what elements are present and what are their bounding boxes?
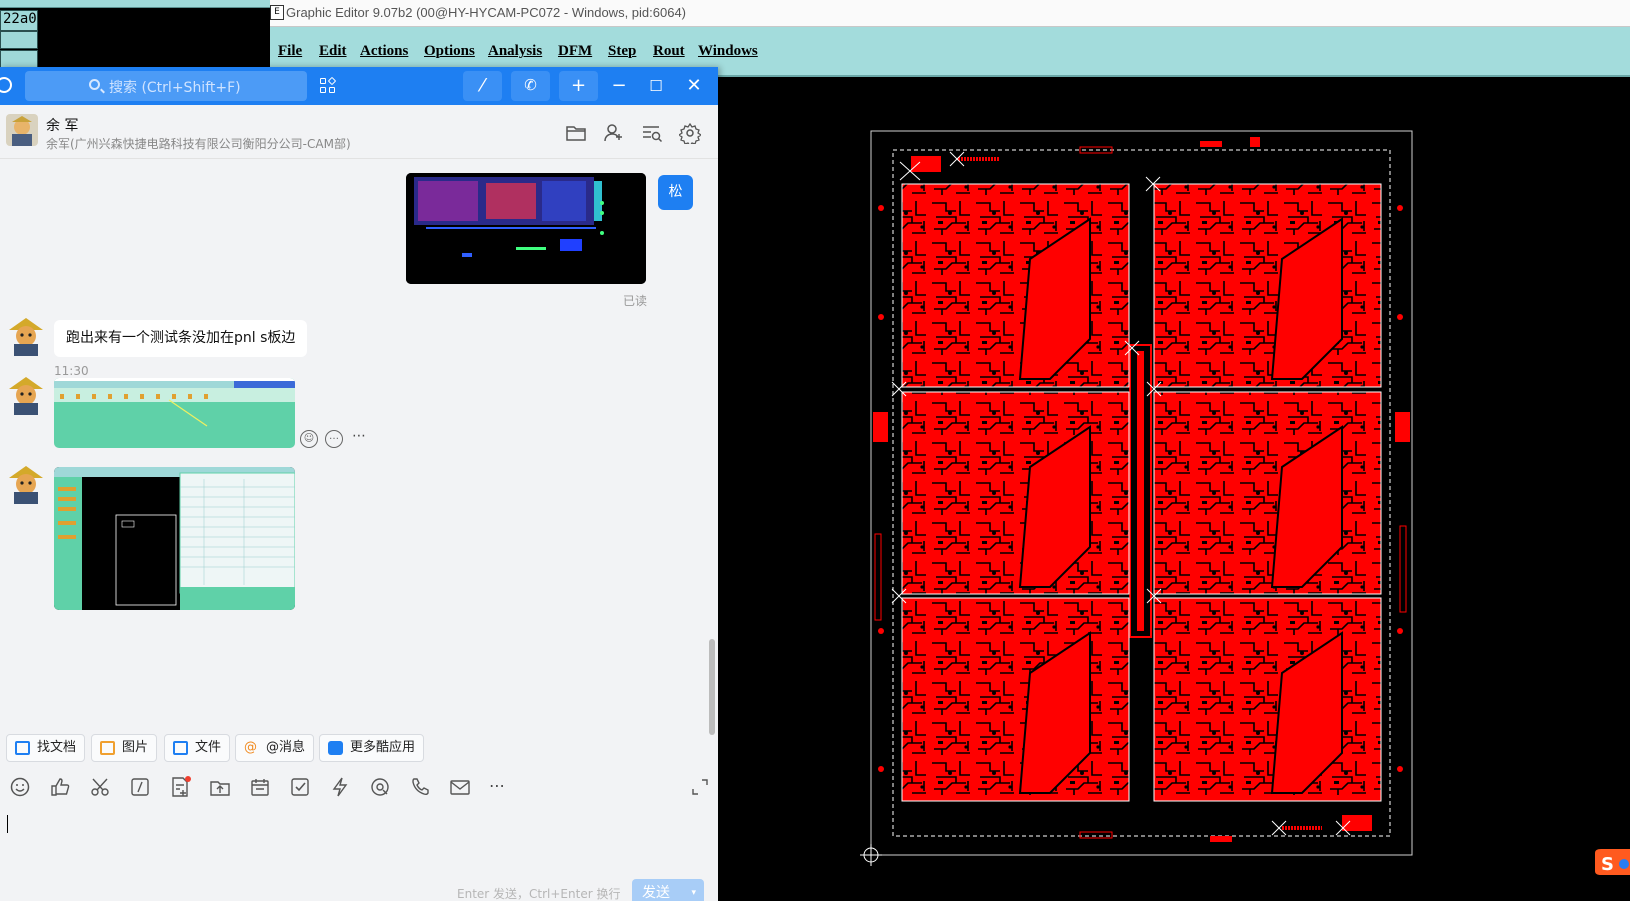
conversation-header: 余 军 余军(广州兴森快捷电路科技有限公司衡阳分公司-CAM部) bbox=[0, 105, 718, 159]
mention-label: @消息 bbox=[266, 740, 306, 755]
text-message[interactable]: 跑出来有一个测试条没加在pnl s板边 bbox=[54, 320, 308, 357]
editor-window-title: Graphic Editor 9.07b2 (00@HY-HYCAM-PC072… bbox=[286, 5, 687, 20]
magic-wand-button[interactable]: ⁄ bbox=[463, 71, 502, 101]
editor-titlebar[interactable]: E Graphic Editor 9.07b2 (00@HY-HYCAM-PC0… bbox=[270, 0, 1630, 27]
chat-topbar: 搜索 (Ctrl+Shift+F) ⁄ ✆ + − ☐ ✕ bbox=[0, 67, 718, 105]
send-options-chevron-icon[interactable]: ▾ bbox=[691, 879, 696, 901]
mention-button[interactable]: @ @消息 bbox=[235, 734, 315, 762]
editor-app-icon: E bbox=[270, 5, 284, 20]
gear-icon[interactable] bbox=[679, 122, 701, 144]
background-terminal-window: 22a0 bbox=[0, 0, 270, 70]
desktop: 22a0 E Graphic Editor 9.07b2 (00@HY-HYCA… bbox=[0, 0, 1630, 901]
text-caret bbox=[7, 815, 8, 833]
chat-window: 搜索 (Ctrl+Shift+F) ⁄ ✆ + − ☐ ✕ 余 军 余军(广州兴… bbox=[0, 67, 718, 901]
message-scrollbar[interactable] bbox=[709, 639, 715, 735]
menu-analysis[interactable]: Analysis bbox=[488, 43, 542, 60]
send-label: 发送 bbox=[642, 885, 670, 901]
composer-toolbar: ⋯ bbox=[0, 767, 718, 807]
menu-dfm[interactable]: DFM bbox=[558, 43, 592, 60]
svg-text:S: S bbox=[1601, 854, 1614, 875]
terminal-cell-value: 22a0 bbox=[0, 10, 38, 31]
sent-image-message[interactable] bbox=[406, 173, 646, 284]
menu-options[interactable]: Options bbox=[424, 43, 475, 60]
search-icon bbox=[89, 79, 100, 90]
file-label: 文件 bbox=[195, 740, 222, 755]
self-avatar[interactable]: 松 bbox=[658, 175, 693, 210]
menu-step[interactable]: Step bbox=[608, 43, 636, 60]
sender-avatar[interactable] bbox=[5, 316, 47, 356]
ime-logo-icon[interactable]: S bbox=[1591, 847, 1630, 879]
received-image-message[interactable] bbox=[54, 378, 295, 448]
minimize-button[interactable]: − bbox=[606, 73, 632, 99]
maximize-button[interactable]: ☐ bbox=[643, 73, 669, 99]
message-timestamp: 11:30 bbox=[54, 364, 89, 378]
history-icon[interactable] bbox=[0, 77, 12, 93]
menu-file[interactable]: File bbox=[278, 43, 302, 60]
sender-avatar[interactable] bbox=[5, 375, 47, 415]
expand-icon[interactable] bbox=[689, 776, 711, 798]
terminal-cell bbox=[0, 50, 38, 68]
quick-actions-bar: 找文档 图片 文件 @ @消息 更多酷应用 bbox=[0, 729, 718, 767]
shortcut-command-icon[interactable] bbox=[129, 776, 151, 798]
folder-icon[interactable] bbox=[565, 122, 587, 144]
picture-icon bbox=[100, 741, 115, 755]
task-check-icon[interactable] bbox=[289, 776, 311, 798]
add-member-icon[interactable] bbox=[603, 122, 625, 144]
apps-grid-icon[interactable] bbox=[320, 76, 337, 94]
send-button[interactable]: 发送 ▾ bbox=[632, 879, 704, 901]
mail-icon[interactable] bbox=[449, 776, 471, 798]
send-hint: Enter 发送，Ctrl+Enter 换行 bbox=[457, 887, 621, 901]
find-doc-button[interactable]: 找文档 bbox=[6, 734, 86, 762]
reply-icon[interactable]: … bbox=[325, 430, 343, 448]
menu-rout[interactable]: Rout bbox=[653, 43, 685, 60]
read-status: 已读 bbox=[623, 294, 648, 308]
emoji-icon[interactable] bbox=[9, 776, 31, 798]
sender-avatar[interactable] bbox=[5, 464, 47, 504]
received-image-message[interactable] bbox=[54, 467, 295, 610]
find-doc-label: 找文档 bbox=[37, 740, 77, 755]
calendar-icon[interactable] bbox=[249, 776, 271, 798]
live-broadcast-icon[interactable] bbox=[369, 776, 391, 798]
menu-windows[interactable]: Windows bbox=[698, 43, 758, 60]
message-input[interactable]: Enter 发送，Ctrl+Enter 换行 发送 ▾ bbox=[0, 807, 718, 901]
menu-actions[interactable]: Actions bbox=[360, 43, 408, 60]
message-list[interactable]: 松 已读 跑出来有一个测试条没加在pnl s板边 11:30 ☺ … ⋯ bbox=[0, 159, 718, 735]
phone-call-icon[interactable] bbox=[409, 776, 431, 798]
more-tools-icon[interactable]: ⋯ bbox=[489, 776, 511, 798]
contact-avatar[interactable] bbox=[6, 114, 38, 146]
new-doc-icon[interactable] bbox=[169, 776, 191, 798]
add-button[interactable]: + bbox=[559, 71, 598, 101]
lightning-icon[interactable] bbox=[329, 776, 351, 798]
search-history-icon[interactable] bbox=[641, 122, 663, 144]
folder-icon bbox=[173, 741, 188, 755]
apps-icon bbox=[328, 741, 343, 755]
menu-edit[interactable]: Edit bbox=[319, 43, 347, 60]
scissors-icon[interactable] bbox=[89, 776, 111, 798]
more-apps-button[interactable]: 更多酷应用 bbox=[319, 734, 425, 762]
picture-label: 图片 bbox=[122, 740, 149, 755]
contact-subtitle: 余军(广州兴森快捷电路科技有限公司衡阳分公司-CAM部) bbox=[46, 137, 351, 151]
file-button[interactable]: 文件 bbox=[164, 734, 231, 762]
emoji-react-icon[interactable]: ☺ bbox=[300, 430, 318, 448]
more-icon[interactable]: ⋯ bbox=[348, 428, 370, 450]
search-input[interactable]: 搜索 (Ctrl+Shift+F) bbox=[25, 71, 307, 101]
more-apps-label: 更多酷应用 bbox=[350, 740, 416, 755]
terminal-cell bbox=[0, 31, 38, 49]
call-button[interactable]: ✆ bbox=[511, 71, 550, 101]
like-icon[interactable] bbox=[49, 776, 71, 798]
upload-icon[interactable] bbox=[209, 776, 231, 798]
search-placeholder: 搜索 (Ctrl+Shift+F) bbox=[109, 80, 241, 96]
at-icon: @ bbox=[244, 740, 257, 755]
find-doc-icon bbox=[15, 741, 30, 755]
close-button[interactable]: ✕ bbox=[681, 73, 707, 99]
terminal-strip bbox=[0, 0, 270, 8]
message-hover-actions: ☺ … ⋯ bbox=[298, 428, 370, 452]
contact-name: 余 军 bbox=[46, 118, 79, 134]
picture-button[interactable]: 图片 bbox=[91, 734, 158, 762]
